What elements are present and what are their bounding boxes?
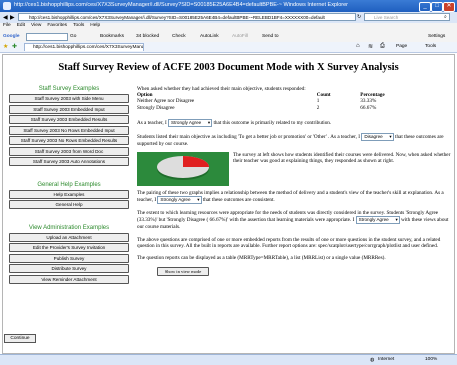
page-menu[interactable]: Page: [396, 44, 407, 49]
tab-current[interactable]: http://ces1.bishopphillips.com/ces/X7X3S…: [24, 43, 144, 51]
zoom-level[interactable]: 100%: [425, 357, 437, 362]
add-favorites-icon[interactable]: ✚: [12, 43, 17, 50]
popup-blocked-button[interactable]: 34 blocked: [136, 34, 159, 39]
section-title-general-help: General Help Examples: [37, 181, 101, 188]
menu-favorites[interactable]: Favorites: [47, 23, 67, 28]
edit-invitation-button[interactable]: Edit the Provider's Survey Invitation: [9, 243, 129, 252]
close-button[interactable]: ✕: [443, 2, 455, 12]
show-view-mode-button[interactable]: Show in view mode: [157, 267, 209, 277]
embedded-reports-text: The above questions are comprised of one…: [137, 236, 441, 249]
print-icon[interactable]: ⎙: [380, 43, 385, 50]
teacher-suffix: that this outcome is primarily related t…: [213, 120, 332, 126]
pairing-response-select[interactable]: Strongly Agree: [157, 196, 202, 205]
delivery-pie-chart: [137, 152, 229, 187]
staff-survey-norows-input-button[interactable]: Staff Survey 2003 No Rows Embedded Input: [9, 125, 129, 135]
send-to-button[interactable]: Send to: [262, 34, 279, 39]
bookmarks-button[interactable]: Bookmarks: [100, 34, 124, 39]
google-logo: Google: [3, 34, 20, 39]
pairing-suffix: that these outcomes are consistent.: [202, 197, 275, 204]
window-title-bar: http://ces1.bishopphillips.com/ces/X7X3S…: [0, 0, 457, 12]
distribute-survey-button[interactable]: Distribute Survey: [9, 264, 129, 273]
continue-button[interactable]: Continue: [4, 334, 36, 343]
main-content: When asked whether they had achieved the…: [137, 86, 453, 277]
help-examples-button[interactable]: Help Examples: [9, 189, 129, 199]
section-title-staff-survey: Staff Survey Examples: [38, 86, 100, 92]
address-field[interactable]: http://ces1.bishopphillips.com/ces/X7X3S…: [18, 13, 356, 21]
sidebar: Staff Survey Examples Staff Survey 2003 …: [4, 86, 134, 285]
ie-logo-icon: [3, 2, 11, 10]
minimize-button[interactable]: _: [419, 2, 431, 12]
refresh-icon[interactable]: ↻: [357, 14, 361, 20]
menu-file[interactable]: File: [3, 23, 11, 28]
staff-survey-side-menu-button[interactable]: Staff Survey 2003 with Side Menu: [9, 94, 129, 103]
maximize-button[interactable]: □: [431, 2, 443, 12]
google-search-input[interactable]: [26, 33, 68, 41]
general-help-button[interactable]: General Help: [9, 200, 129, 209]
results-table: Option Count Percentage Neither Agree no…: [137, 92, 437, 111]
objective-response-select[interactable]: Disagree: [361, 132, 394, 141]
autofill-button[interactable]: AutoFill: [232, 34, 248, 39]
menu-help[interactable]: Help: [90, 23, 100, 28]
spellcheck-button[interactable]: Check: [172, 34, 186, 39]
window-title: http://ces1.bishopphillips.com/ces/X7X3S…: [14, 2, 349, 8]
tools-menu[interactable]: Tools: [425, 44, 436, 49]
security-zone-label: Internet: [378, 357, 395, 362]
google-go-button[interactable]: Go: [70, 34, 76, 39]
menu-edit[interactable]: Edit: [17, 23, 25, 28]
publish-survey-button[interactable]: Publish Survey: [9, 253, 129, 263]
staff-survey-auto-annotations-button[interactable]: Staff Survey 2003 Auto Annotations: [9, 157, 129, 166]
staff-survey-embedded-results-button[interactable]: Staff Survey 2003 Embedded Results: [9, 115, 129, 124]
forward-icon[interactable]: ▶: [10, 14, 15, 21]
staff-survey-norows-results-button[interactable]: Staff Survey 2003 No Rows Embedded Resul…: [9, 136, 129, 145]
menu-bar: File Edit View Favorites Tools Help: [0, 23, 457, 31]
extent-response-select[interactable]: Strongly Agree: [355, 216, 400, 225]
favorites-star-icon[interactable]: ★: [3, 43, 8, 50]
upload-attachment-button[interactable]: Upload an Attachment: [9, 232, 129, 242]
home-icon[interactable]: ⌂: [356, 43, 360, 49]
section-title-view-admin: View Administration Examples: [28, 224, 110, 231]
live-search-input[interactable]: Live Search: [364, 13, 450, 21]
tab-bar: ★ ✚ http://ces1.bishopphillips.com/ces/X…: [0, 42, 457, 53]
view-reminder-attachment-button[interactable]: View Reminder Attachment: [9, 274, 129, 284]
autolink-button[interactable]: AutoLink: [200, 34, 219, 39]
page-title: Staff Survey Review of ACFE 2003 Documen…: [58, 62, 399, 73]
globe-icon: ◍: [370, 357, 375, 363]
feeds-icon[interactable]: ≋: [368, 43, 373, 50]
menu-view[interactable]: View: [31, 23, 41, 28]
menu-tools[interactable]: Tools: [73, 23, 84, 28]
teacher-response-select[interactable]: Strongly Agree: [168, 118, 213, 127]
objective-text: Students listed their main objective as …: [137, 134, 361, 140]
settings-button[interactable]: Settings: [428, 34, 445, 39]
staff-survey-embedded-input-button[interactable]: Staff Survey 2003 Embedded Input: [9, 104, 129, 114]
chart-description: The survey at left shows how students id…: [233, 152, 451, 165]
staff-survey-word-doc-button[interactable]: Staff Survey 2003 from Word Doc: [9, 146, 129, 156]
teacher-prefix: As a teacher, I: [137, 120, 167, 126]
back-icon[interactable]: ◀: [3, 14, 8, 21]
search-icon[interactable]: ⌕: [444, 14, 447, 20]
status-bar: ◍ Internet 100%: [0, 354, 457, 365]
